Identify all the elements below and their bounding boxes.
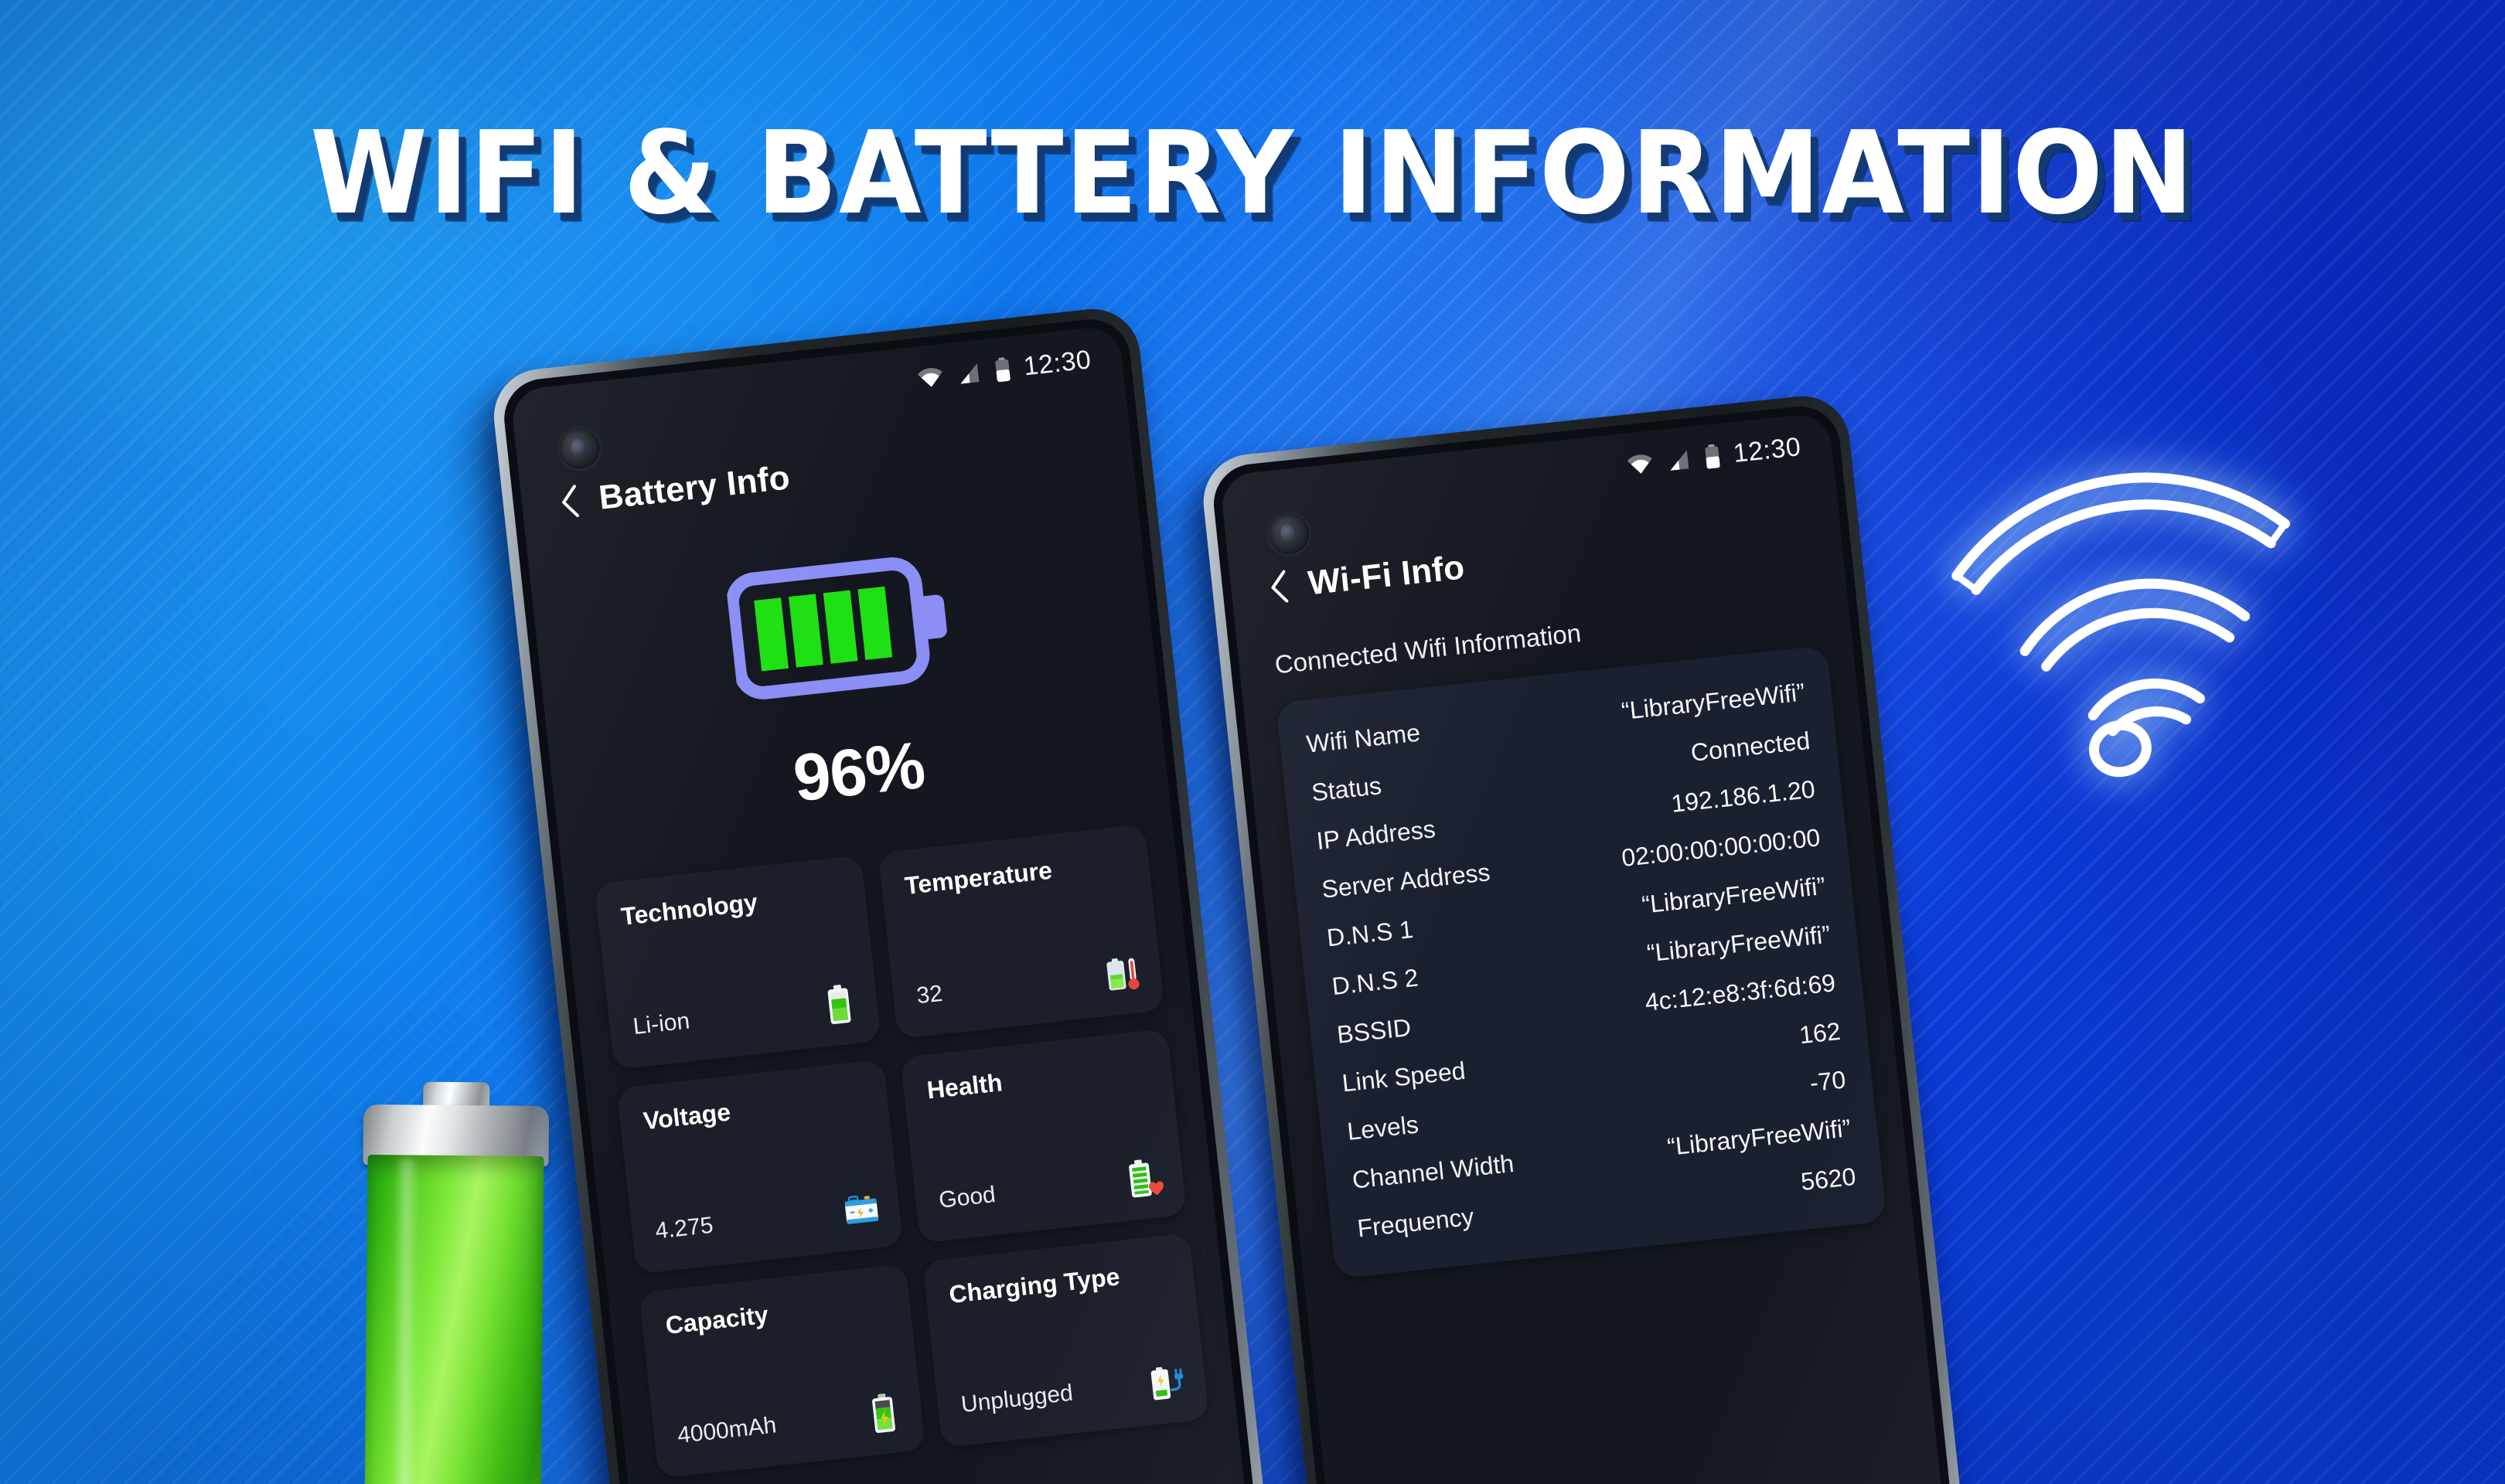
wifi-row-value: Connected: [1689, 726, 1811, 767]
status-bar: 12:30: [1625, 432, 1802, 480]
wifi-row-value: 5620: [1799, 1162, 1858, 1196]
wifi-row-value: 192.186.1.20: [1669, 774, 1817, 818]
wifi-icon: [918, 367, 943, 387]
status-bar-clock: 12:30: [1022, 345, 1093, 382]
wifi-row-key: Frequency: [1355, 1202, 1475, 1243]
wifi-row-key: Levels: [1345, 1110, 1420, 1145]
card-value: 32: [915, 980, 944, 1009]
front-camera-icon: [1266, 512, 1311, 556]
battery-green-icon: [827, 985, 851, 1025]
chevron-left-icon[interactable]: [1268, 569, 1290, 604]
card-value: 4000mAh: [676, 1412, 778, 1448]
card-label: Temperature: [903, 856, 1054, 900]
battery-info-screen: 12:30 Battery Info 96% Technology Li-ion…: [510, 325, 1256, 1484]
card-capacity[interactable]: Capacity 4000mAh: [639, 1263, 926, 1479]
battery-plug-icon: [1150, 1367, 1184, 1401]
cellular-signal-icon: [1670, 449, 1689, 471]
front-camera-icon: [557, 426, 602, 471]
status-bar-clock: 12:30: [1732, 432, 1803, 468]
wifi-row-key: Wifi Name: [1304, 718, 1422, 758]
phone-bezel: 12:30 Wi-Fi Info Connected Wifi Informat…: [1209, 402, 1967, 1484]
card-temperature[interactable]: Temperature 32: [878, 824, 1165, 1040]
card-label: Health: [925, 1068, 1004, 1104]
wifi-glow-icon: [1910, 410, 2374, 803]
wifi-row-value: “LibraryFreeWifi”: [1645, 920, 1832, 968]
app-bar: Battery Info: [558, 458, 792, 522]
page-title: Wi-Fi Info: [1306, 548, 1467, 603]
card-technology[interactable]: Technology Li-ion: [594, 855, 881, 1070]
wifi-row-key: Status: [1310, 771, 1383, 807]
wifi-row-key: Server Address: [1320, 858, 1492, 904]
wifi-row-key: Link Speed: [1341, 1056, 1467, 1098]
battery-percent: 96%: [789, 727, 929, 816]
battery-icon: [1705, 444, 1720, 468]
card-label: Charging Type: [947, 1262, 1122, 1309]
card-value: Unplugged: [959, 1380, 1075, 1418]
app-bar: Wi-Fi Info: [1268, 548, 1467, 607]
chevron-left-icon[interactable]: [559, 484, 581, 519]
battery-bolt-icon: [872, 1393, 895, 1433]
card-voltage[interactable]: Voltage 4.275: [616, 1059, 904, 1275]
card-value: 4.275: [653, 1212, 715, 1244]
battery-cards-grid: Technology Li-ion Temperature 32 Voltage…: [594, 824, 1210, 1479]
card-label: Voltage: [642, 1098, 732, 1135]
wifi-row-key: IP Address: [1315, 815, 1437, 856]
car-battery-icon: [844, 1195, 879, 1224]
wifi-row-value: “LibraryFreeWifi”: [1640, 871, 1827, 919]
battery-icon: [995, 356, 1011, 382]
aa-battery-green-body: [364, 1155, 544, 1484]
wifi-row-key: BSSID: [1335, 1013, 1413, 1049]
wifi-info-screen: 12:30 Wi-Fi Info Connected Wifi Informat…: [1218, 411, 1958, 1484]
section-heading: Connected Wifi Information: [1273, 618, 1583, 679]
card-charging-type[interactable]: Charging Type Unplugged: [922, 1233, 1210, 1448]
battery-heart-icon: [1129, 1159, 1164, 1198]
wifi-row-value: “LibraryFreeWifi”: [1620, 678, 1807, 725]
card-health[interactable]: Health Good: [900, 1028, 1188, 1244]
cellular-signal-icon: [960, 362, 980, 383]
wifi-row-value: 162: [1798, 1016, 1842, 1050]
page-title: Battery Info: [597, 458, 792, 517]
connected-wifi-card: Wifi Name “LibraryFreeWifi” Status Conne…: [1276, 645, 1887, 1279]
battery-thermometer-icon: [1106, 958, 1140, 991]
wifi-row-value: -70: [1808, 1065, 1847, 1098]
wifi-row-value: “LibraryFreeWifi”: [1665, 1114, 1852, 1161]
battery-level-icon: [724, 546, 963, 712]
aa-battery-highlight: [392, 1159, 419, 1484]
wifi-row-key: D.N.S 2: [1330, 963, 1420, 1001]
card-value: Good: [937, 1181, 997, 1213]
card-value: Li-ion: [632, 1008, 691, 1040]
poster-headline: WIFI & BATTERY INFORMATION: [310, 107, 2195, 240]
status-bar: 12:30: [915, 345, 1092, 393]
card-label: Technology: [619, 887, 759, 931]
wifi-row-key: Channel Width: [1351, 1149, 1515, 1194]
phone-bezel: 12:30 Battery Info 96% Technology Li-ion…: [499, 315, 1266, 1484]
card-label: Capacity: [663, 1300, 770, 1339]
wifi-icon: [1627, 454, 1653, 474]
phone-wifi-info: 12:30 Wi-Fi Info Connected Wifi Informat…: [1198, 391, 1978, 1484]
aa-battery-3d-graphic: [360, 1081, 550, 1484]
wifi-row-key: D.N.S 1: [1325, 914, 1415, 952]
